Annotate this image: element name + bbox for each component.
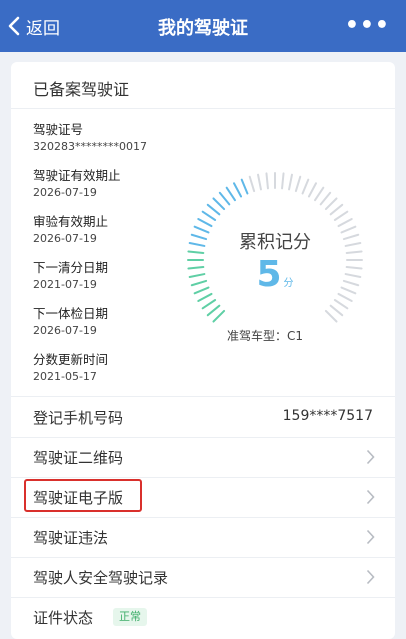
gauge-tick: [301, 178, 310, 195]
info-score-update-time: 分数更新时间 2021-05-17: [33, 351, 108, 385]
gauge-tick-filled: [197, 292, 213, 303]
gauge-tick: [333, 299, 349, 310]
gauge-tick-filled: [206, 203, 221, 216]
gauge-tick: [314, 186, 325, 202]
gauge-tick-filled: [201, 210, 217, 221]
gauge-tick: [288, 173, 293, 191]
gauge-tick: [329, 304, 344, 317]
info-value: 2021-05-17: [33, 370, 97, 383]
gauge-tick-filled: [212, 309, 226, 323]
violation-label: 驾驶证违法: [33, 529, 109, 547]
status-label: 证件状态: [33, 609, 94, 627]
info-label: 下一清分日期: [33, 260, 109, 275]
gauge-tick-filled: [197, 217, 213, 228]
gauge-tick: [319, 191, 332, 206]
vehicle-type: 准驾车型：C1: [227, 329, 304, 343]
gauge-tick: [324, 309, 338, 323]
info-value: 320283********0017: [33, 140, 147, 153]
info-label: 审验有效期止: [33, 214, 109, 229]
info-review-expiry: 审验有效期止 2026-07-19: [33, 213, 108, 247]
license-card: 已备案驾驶证 驾驶证号 320283********0017 驾驶证有效期止 2…: [11, 62, 395, 639]
info-value: 2026-07-19: [33, 232, 97, 245]
gauge-tick: [337, 292, 353, 303]
info-value: 2021-07-19: [33, 278, 97, 291]
card-header: 已备案驾驶证: [11, 62, 395, 109]
gauge-tick: [257, 173, 262, 191]
safe-driving-record-row[interactable]: 驾驶人安全驾驶记录: [11, 558, 395, 597]
chevron-right-icon: [366, 529, 375, 545]
gauge-tick-filled: [218, 191, 231, 206]
divider: [11, 396, 395, 397]
chevron-right-icon: [366, 569, 375, 585]
info-value: 2026-07-19: [33, 324, 97, 337]
status-row: 证件状态 正常: [11, 598, 395, 637]
phone-label: 登记手机号码: [33, 409, 124, 427]
info-license-expiry: 驾驶证有效期止 2026-07-19: [33, 167, 121, 201]
more-menu-icon[interactable]: •••: [345, 13, 390, 38]
status-badge: 正常: [113, 608, 147, 626]
gauge-tick: [281, 172, 285, 190]
qr-code-row[interactable]: 驾驶证二维码: [11, 438, 395, 477]
safe-driving-record-label: 驾驶人安全驾驶记录: [33, 569, 169, 587]
info-label: 驾驶证有效期止: [33, 168, 121, 183]
info-label: 下一体检日期: [33, 306, 109, 321]
gauge-tick: [329, 203, 344, 216]
info-label: 驾驶证号: [33, 122, 84, 137]
gauge-tick-filled: [206, 304, 221, 317]
chevron-right-icon: [366, 449, 375, 465]
score-value: 5分: [175, 254, 375, 295]
score-title: 累积记分: [239, 232, 311, 253]
info-license-number: 驾驶证号 320283********0017: [33, 121, 147, 155]
gauge-tick: [294, 175, 302, 193]
gauge-tick: [333, 210, 349, 221]
gauge-tick-filled: [212, 197, 226, 211]
gauge-tick-filled: [240, 178, 249, 195]
gauge-tick: [248, 175, 256, 193]
card-title: 已备案驾驶证: [33, 80, 130, 99]
info-value: 2026-07-19: [33, 186, 97, 199]
phone-value: 159****7517: [282, 408, 373, 424]
qr-code-label: 驾驶证二维码: [33, 449, 124, 467]
violation-row[interactable]: 驾驶证违法: [11, 518, 395, 557]
info-label: 分数更新时间: [33, 352, 109, 367]
gauge-tick: [337, 217, 353, 228]
info-next-clear-date: 下一清分日期 2021-07-19: [33, 259, 108, 293]
gauge-tick-filled: [232, 182, 243, 198]
chevron-right-icon: [366, 489, 375, 505]
gauge-tick: [324, 197, 338, 211]
gauge-tick: [307, 182, 318, 198]
highlight-box: [24, 479, 142, 512]
gauge-tick-filled: [225, 186, 236, 202]
score-unit: 分: [283, 278, 294, 289]
gauge-tick-filled: [201, 299, 217, 310]
phone-row[interactable]: 登记手机号码 159****7517: [11, 398, 395, 437]
nav-bar: 返回 我的驾驶证 •••: [0, 0, 406, 52]
score-number: 5: [256, 254, 282, 295]
info-next-exam-date: 下一体检日期 2026-07-19: [33, 305, 108, 339]
gauge-tick: [265, 172, 269, 190]
